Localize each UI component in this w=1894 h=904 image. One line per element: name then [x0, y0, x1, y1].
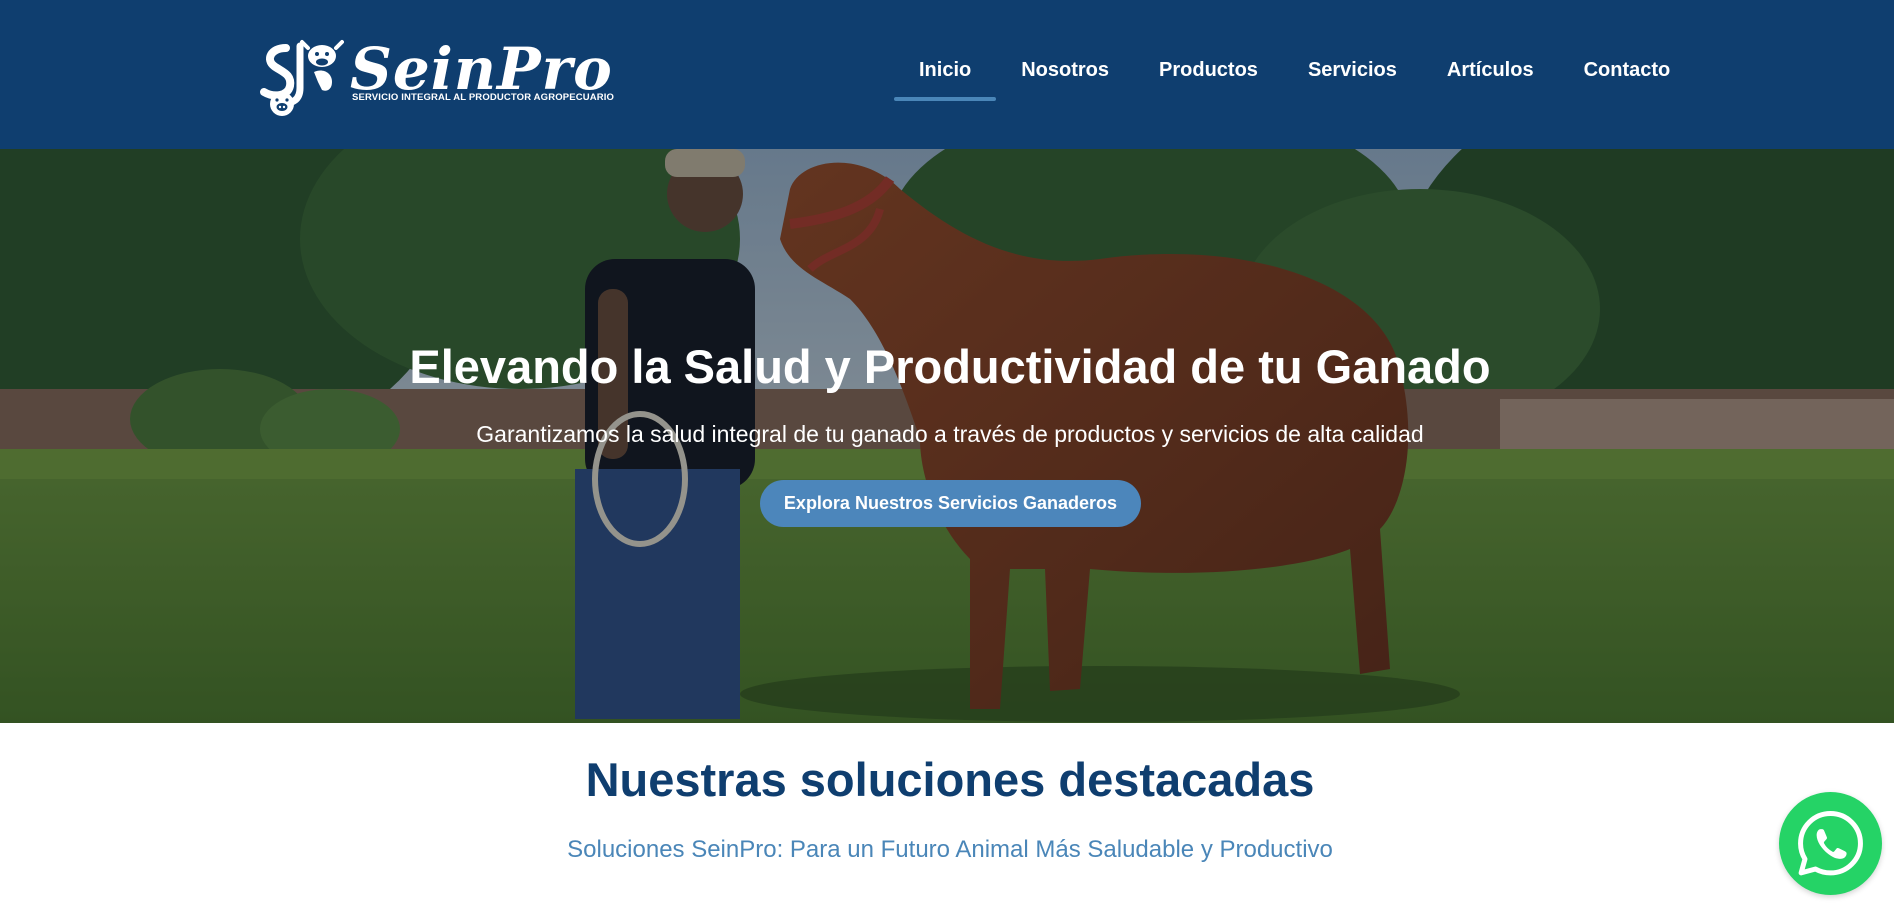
nav-item-contacto[interactable]: Contacto: [1559, 45, 1696, 101]
nav-item-nosotros[interactable]: Nosotros: [996, 45, 1134, 101]
nav-item-productos[interactable]: Productos: [1134, 45, 1283, 101]
hero-banner: Elevando la Salud y Productividad de tu …: [0, 149, 1894, 723]
nav-item-servicios[interactable]: Servicios: [1283, 45, 1422, 101]
featured-title: Nuestras soluciones destacadas: [585, 753, 1315, 806]
main-nav: Inicio Nosotros Productos Servicios Artí…: [894, 45, 1695, 101]
livestock-logo-icon: [260, 40, 344, 116]
nav-item-inicio[interactable]: Inicio: [894, 45, 997, 101]
explore-services-button[interactable]: Explora Nuestros Servicios Ganaderos: [760, 480, 1141, 527]
site-header: SeinPro SERVICIO INTEGRAL AL PRODUCTOR A…: [0, 0, 1894, 149]
whatsapp-icon: [1798, 811, 1863, 876]
brand-tagline: SERVICIO INTEGRAL AL PRODUCTOR AGROPECUA…: [352, 92, 615, 103]
whatsapp-button[interactable]: [1779, 792, 1882, 895]
nav-item-articulos[interactable]: Artículos: [1422, 45, 1559, 101]
hero-subtitle: Garantizamos la salud integral de tu gan…: [476, 421, 1424, 447]
brand-logo[interactable]: SeinPro SERVICIO INTEGRAL AL PRODUCTOR A…: [256, 36, 614, 118]
hero-title: Elevando la Salud y Productividad de tu …: [409, 340, 1491, 393]
featured-subtitle: Soluciones SeinPro: Para un Futuro Anima…: [567, 836, 1333, 863]
